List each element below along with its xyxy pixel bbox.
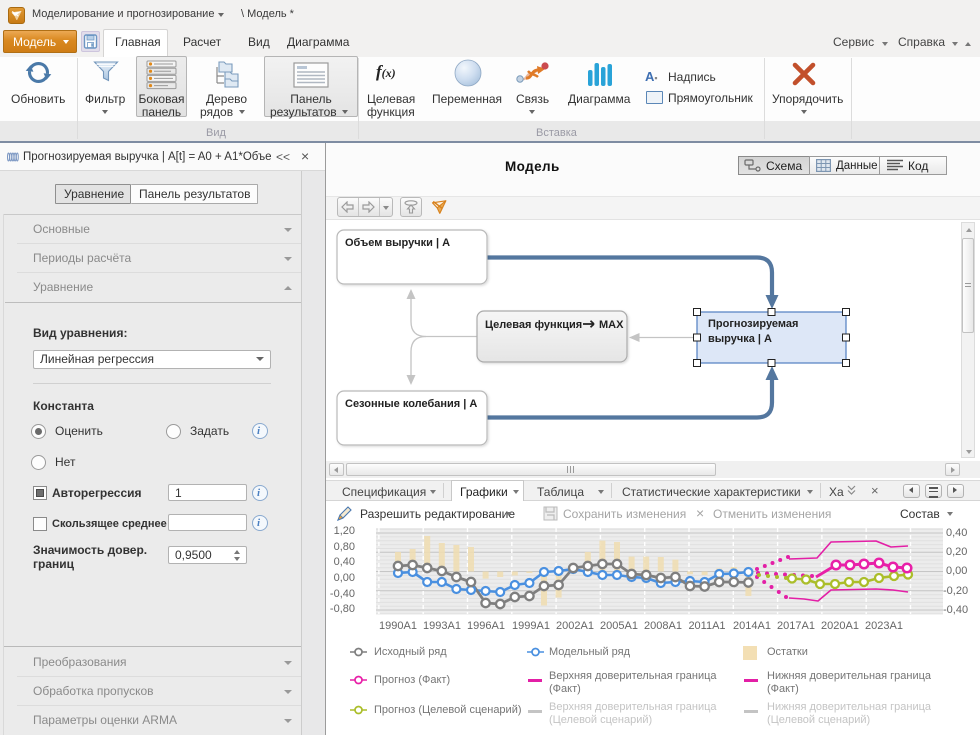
svg-text:Целевая функция: Целевая функция <box>485 319 582 331</box>
svg-text:Прогнозируемая: Прогнозируемая <box>708 318 798 330</box>
svg-text:MAX: MAX <box>599 319 624 331</box>
svg-text:Сезонные колебания | A: Сезонные колебания | A <box>345 398 477 410</box>
svg-text:выручка | A: выручка | A <box>708 333 772 345</box>
svg-text:Объем выручки | A: Объем выручки | A <box>345 237 450 249</box>
